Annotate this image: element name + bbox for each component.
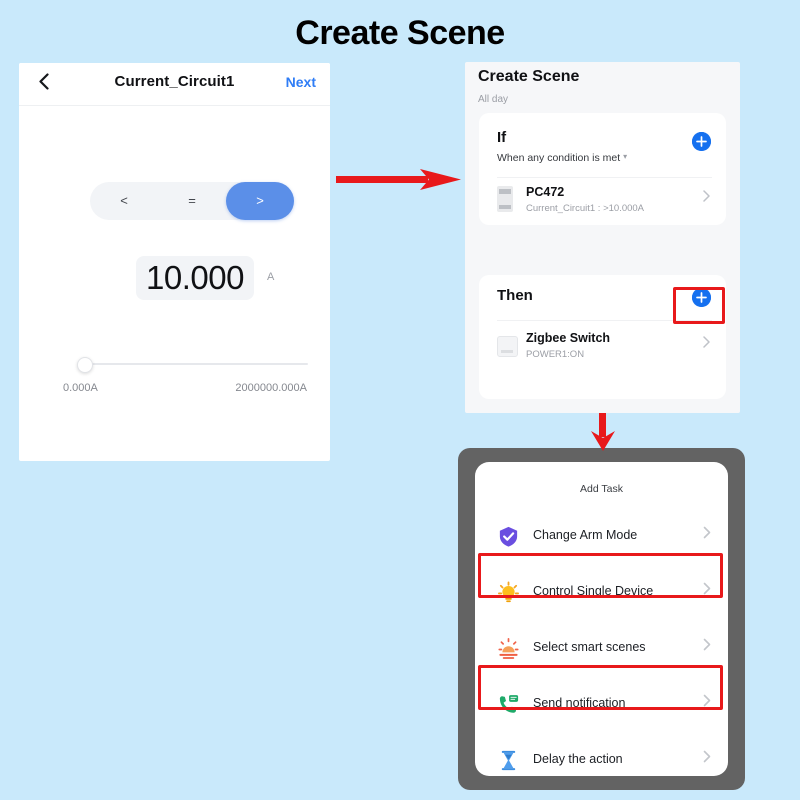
if-card-header: If When any condition is met ▾ <box>479 113 726 164</box>
light-bulb-icon <box>497 581 520 604</box>
slider-min-label: 0.000A <box>63 382 98 394</box>
chevron-right-icon <box>703 526 711 543</box>
arrow-down-icon <box>588 413 618 451</box>
hourglass-icon <box>497 749 520 772</box>
task-phone-frame: Add Task Change Arm Mode Control Single … <box>458 448 745 790</box>
chevron-right-icon <box>703 694 711 711</box>
then-card: Then Zigbee Switch POWER1:ON <box>479 275 726 399</box>
then-device-description: POWER1:ON <box>526 349 585 360</box>
left-phone-screen: Current_Circuit1 Next < = > 10.000 A 0.0… <box>19 63 330 461</box>
zigbee-switch-icon <box>497 332 518 358</box>
then-add-button[interactable] <box>692 288 711 307</box>
task-label: Control Single Device <box>533 584 654 598</box>
next-button[interactable]: Next <box>286 74 316 90</box>
then-card-header: Then <box>479 275 726 325</box>
threshold-slider-track[interactable] <box>81 363 308 365</box>
if-device-row[interactable]: PC472 Current_Circuit1 : >10.000A <box>479 181 726 227</box>
sunrise-scene-icon <box>497 637 520 660</box>
if-condition-selector[interactable]: When any condition is met ▾ <box>497 152 627 164</box>
shield-check-icon <box>497 525 520 548</box>
threshold-value-input[interactable]: 10.000 <box>136 256 254 300</box>
comparison-option-greater-than[interactable]: > <box>226 182 294 220</box>
add-task-title: Add Task <box>580 483 623 495</box>
comparison-option-less-than[interactable]: < <box>90 182 158 220</box>
chevron-right-icon <box>703 335 710 351</box>
comparison-segmented-control[interactable]: < = > <box>90 182 294 220</box>
if-label: If <box>497 129 507 146</box>
task-label: Delay the action <box>533 752 623 766</box>
if-device-description: Current_Circuit1 : >10.000A <box>526 203 645 214</box>
if-add-button[interactable] <box>692 132 711 151</box>
task-item-send-notification[interactable]: Send notification <box>475 677 728 733</box>
all-day-label: All day <box>478 94 509 105</box>
chevron-right-icon <box>703 189 710 205</box>
chevron-right-icon <box>703 750 711 767</box>
left-phone-navbar: Current_Circuit1 Next <box>19 63 330 106</box>
then-device-name: Zigbee Switch <box>526 331 611 345</box>
slider-max-label: 2000000.000A <box>235 382 307 394</box>
task-label: Change Arm Mode <box>533 528 638 542</box>
threshold-unit-label: A <box>267 271 275 283</box>
task-item-delay-the-action[interactable]: Delay the action <box>475 733 728 776</box>
left-phone-title: Current_Circuit1 <box>114 73 235 90</box>
chevron-right-icon <box>703 638 711 655</box>
if-condition-text: When any condition is met <box>497 152 621 164</box>
task-item-select-smart-scenes[interactable]: Select smart scenes <box>475 621 728 677</box>
task-item-change-arm-mode[interactable]: Change Arm Mode <box>475 509 728 565</box>
caret-down-icon: ▾ <box>623 152 628 161</box>
if-card-divider <box>497 177 712 178</box>
threshold-value-group: 10.000 A <box>19 256 330 300</box>
din-rail-meter-icon <box>497 186 515 212</box>
if-card: If When any condition is met ▾ PC472 Cur… <box>479 113 726 225</box>
task-label: Select smart scenes <box>533 640 646 654</box>
arrow-right-icon <box>336 167 461 193</box>
page-title: Create Scene <box>295 14 505 52</box>
phone-message-icon <box>497 693 520 716</box>
then-label: Then <box>497 287 533 304</box>
add-task-sheet: Add Task Change Arm Mode Control Single … <box>475 462 728 776</box>
mid-phone-screen: Create Scene All day If When any conditi… <box>465 62 740 413</box>
comparison-option-equal[interactable]: = <box>158 182 226 220</box>
if-device-name: PC472 <box>526 185 565 199</box>
task-item-control-single-device[interactable]: Control Single Device <box>475 565 728 621</box>
create-scene-title: Create Scene <box>478 68 580 85</box>
threshold-slider-knob[interactable] <box>77 357 93 373</box>
then-card-divider <box>497 320 712 321</box>
then-device-row[interactable]: Zigbee Switch POWER1:ON <box>479 327 726 373</box>
chevron-right-icon <box>703 582 711 599</box>
task-label: Send notification <box>533 696 626 710</box>
